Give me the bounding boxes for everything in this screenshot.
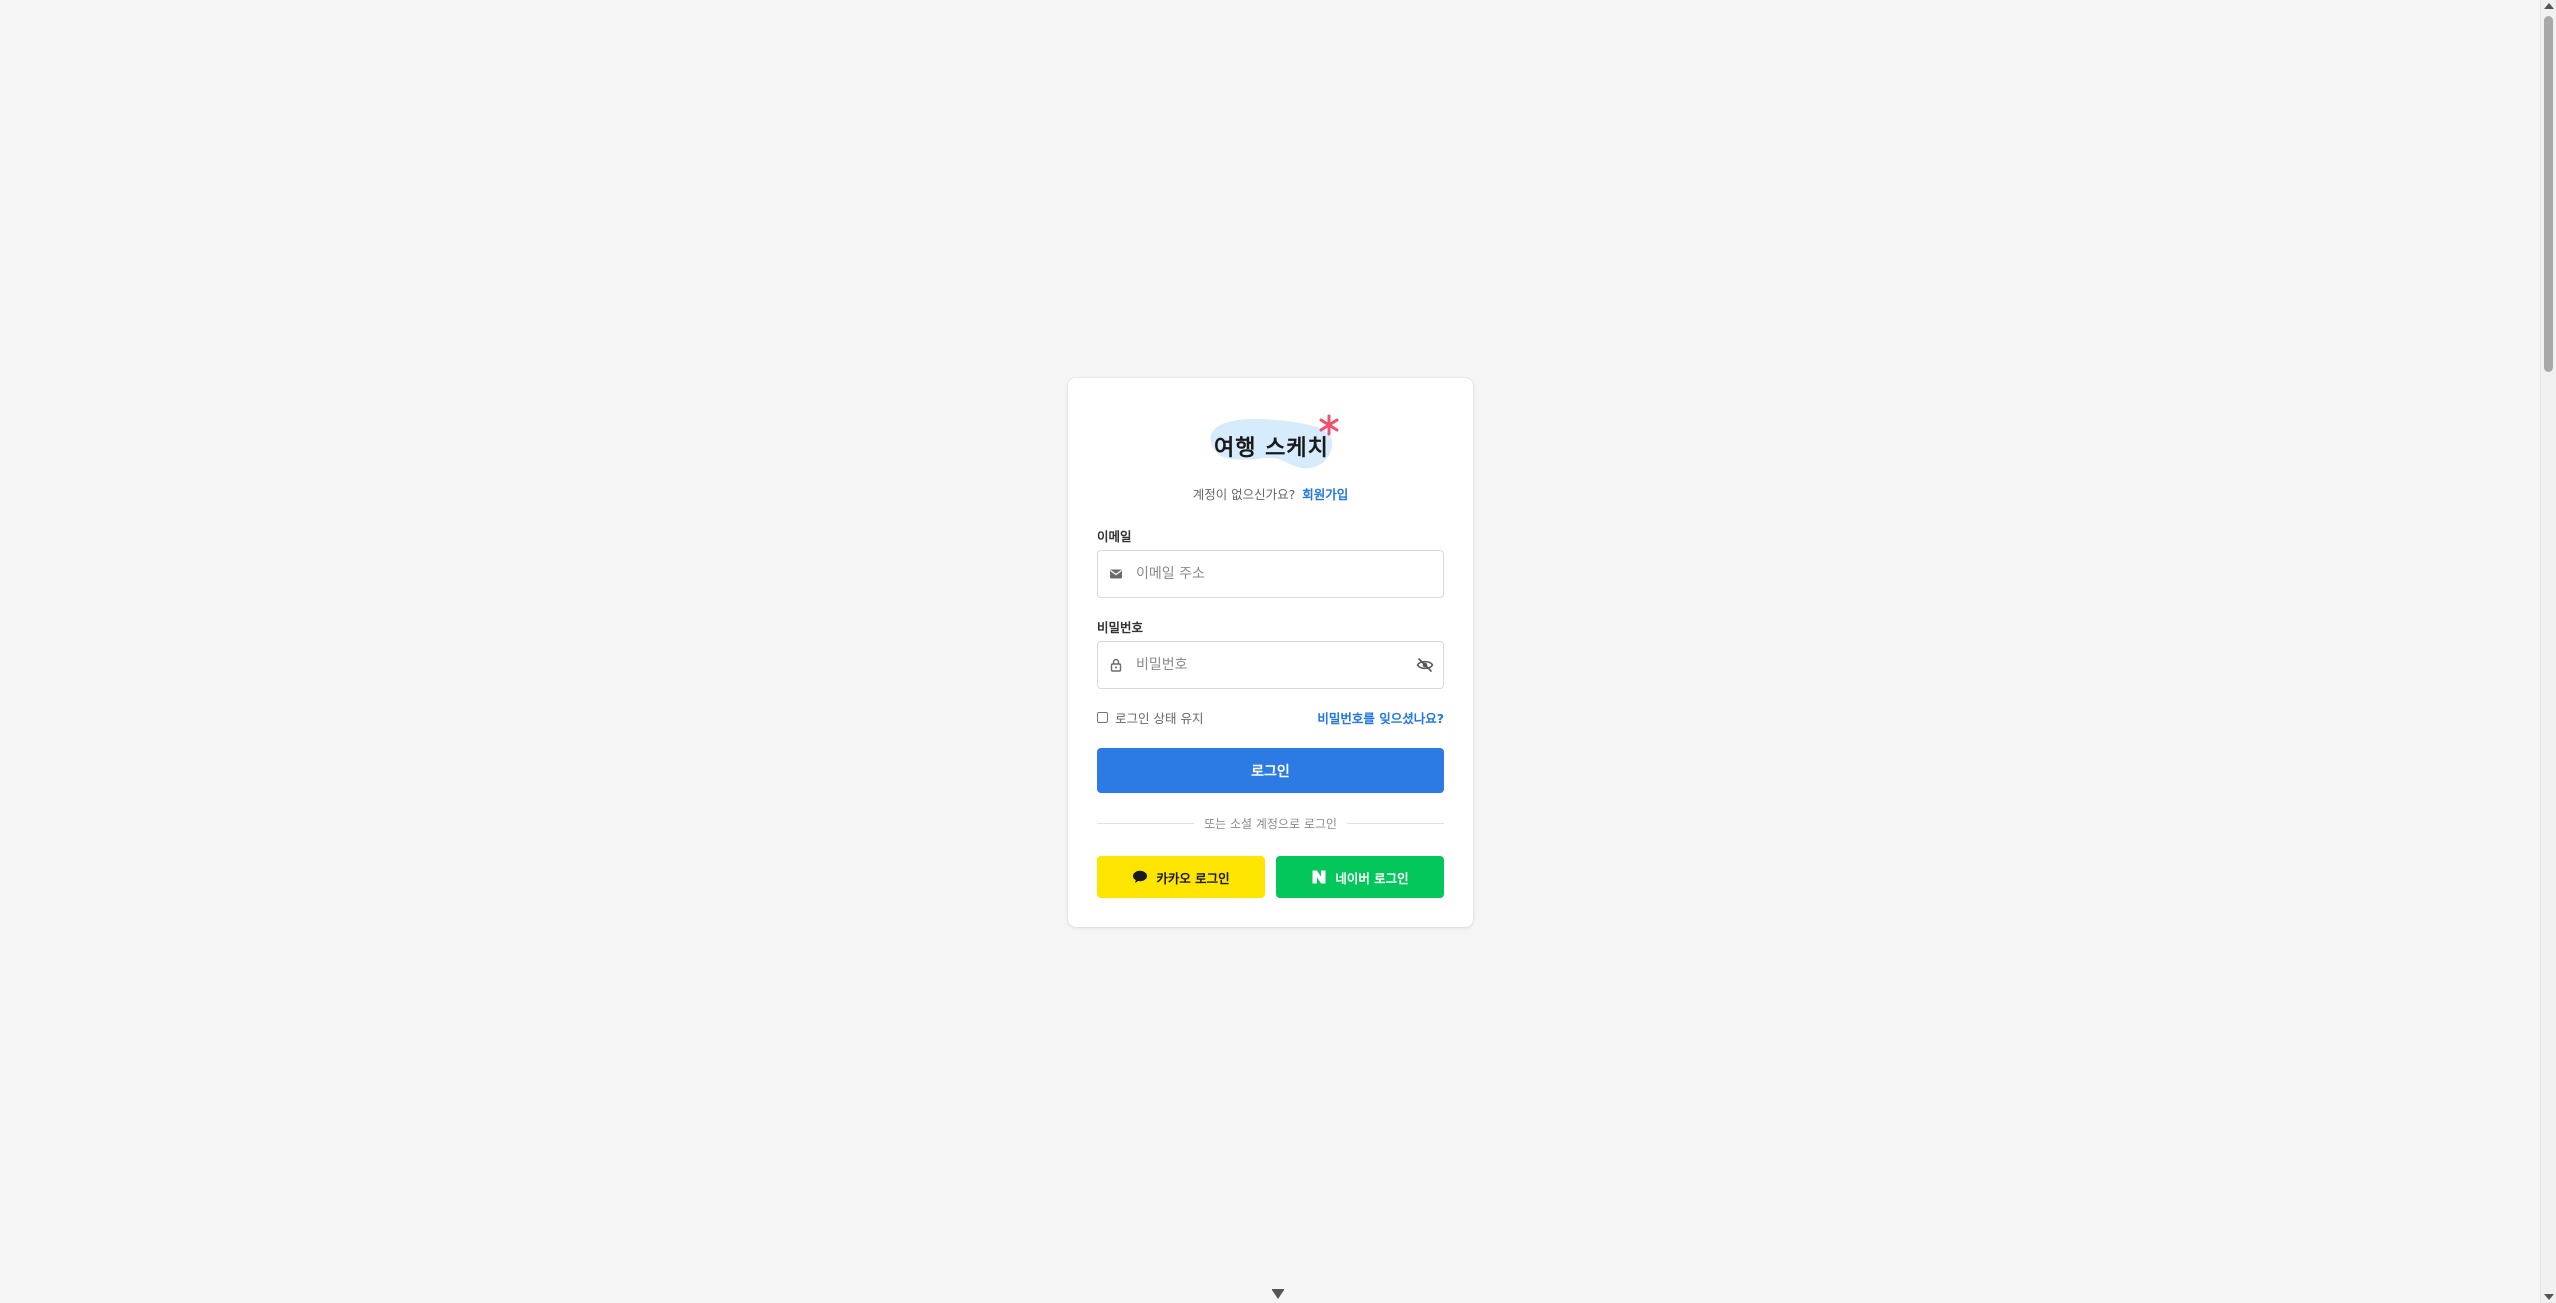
logo-text: 여행 스케치 — [1214, 436, 1329, 461]
login-card: 여행 스케치 계정이 없으신가요? 회원가입 이메일 비밀번호 — [1068, 378, 1473, 927]
scroll-down-arrow-icon[interactable] — [2544, 1294, 2554, 1300]
forgot-password-link[interactable]: 비밀번호를 잊으셨나요? — [1317, 708, 1444, 727]
email-label: 이메일 — [1097, 529, 1132, 544]
kakao-login-button[interactable]: 카카오 로그인 — [1097, 856, 1265, 898]
naver-login-label: 네이버 로그인 — [1335, 870, 1409, 886]
vertical-scrollbar[interactable] — [2540, 0, 2556, 1303]
remember-label: 로그인 상태 유지 — [1115, 711, 1204, 726]
kakao-login-label: 카카오 로그인 — [1156, 870, 1230, 886]
password-label: 비밀번호 — [1097, 620, 1144, 635]
email-field[interactable] — [1097, 550, 1444, 598]
naver-n-icon — [1311, 869, 1327, 885]
divider-line-left — [1097, 822, 1195, 824]
lock-icon — [1110, 658, 1122, 672]
remember-me[interactable]: 로그인 상태 유지 — [1097, 708, 1203, 727]
email-input[interactable] — [1134, 551, 1414, 597]
divider-line-right — [1346, 822, 1445, 824]
signup-link[interactable]: 회원가입 — [1302, 487, 1348, 502]
divider-text: 또는 소셜 계정으로 로그인 — [1204, 816, 1337, 831]
password-input[interactable] — [1134, 642, 1414, 688]
scrollbar-thumb[interactable] — [2544, 16, 2553, 372]
naver-login-button[interactable]: 네이버 로그인 — [1276, 856, 1444, 898]
eye-off-icon[interactable] — [1416, 657, 1434, 673]
login-button[interactable]: 로그인 — [1097, 748, 1444, 793]
logo: 여행 스케치 — [1206, 408, 1342, 474]
signup-prompt-text: 계정이 없으신가요? — [1192, 487, 1296, 502]
mail-icon — [1110, 569, 1122, 579]
scroll-down-indicator-icon[interactable] — [1270, 1288, 1286, 1302]
speech-bubble-icon — [1132, 870, 1148, 884]
password-field[interactable] — [1097, 641, 1444, 689]
signup-prompt: 계정이 없으신가요? 회원가입 — [1068, 484, 1473, 503]
social-divider: 또는 소셜 계정으로 로그인 — [1097, 815, 1445, 831]
scroll-up-arrow-icon[interactable] — [2544, 3, 2554, 9]
remember-checkbox[interactable] — [1097, 712, 1108, 723]
page: 여행 스케치 계정이 없으신가요? 회원가입 이메일 비밀번호 — [0, 0, 2540, 1303]
